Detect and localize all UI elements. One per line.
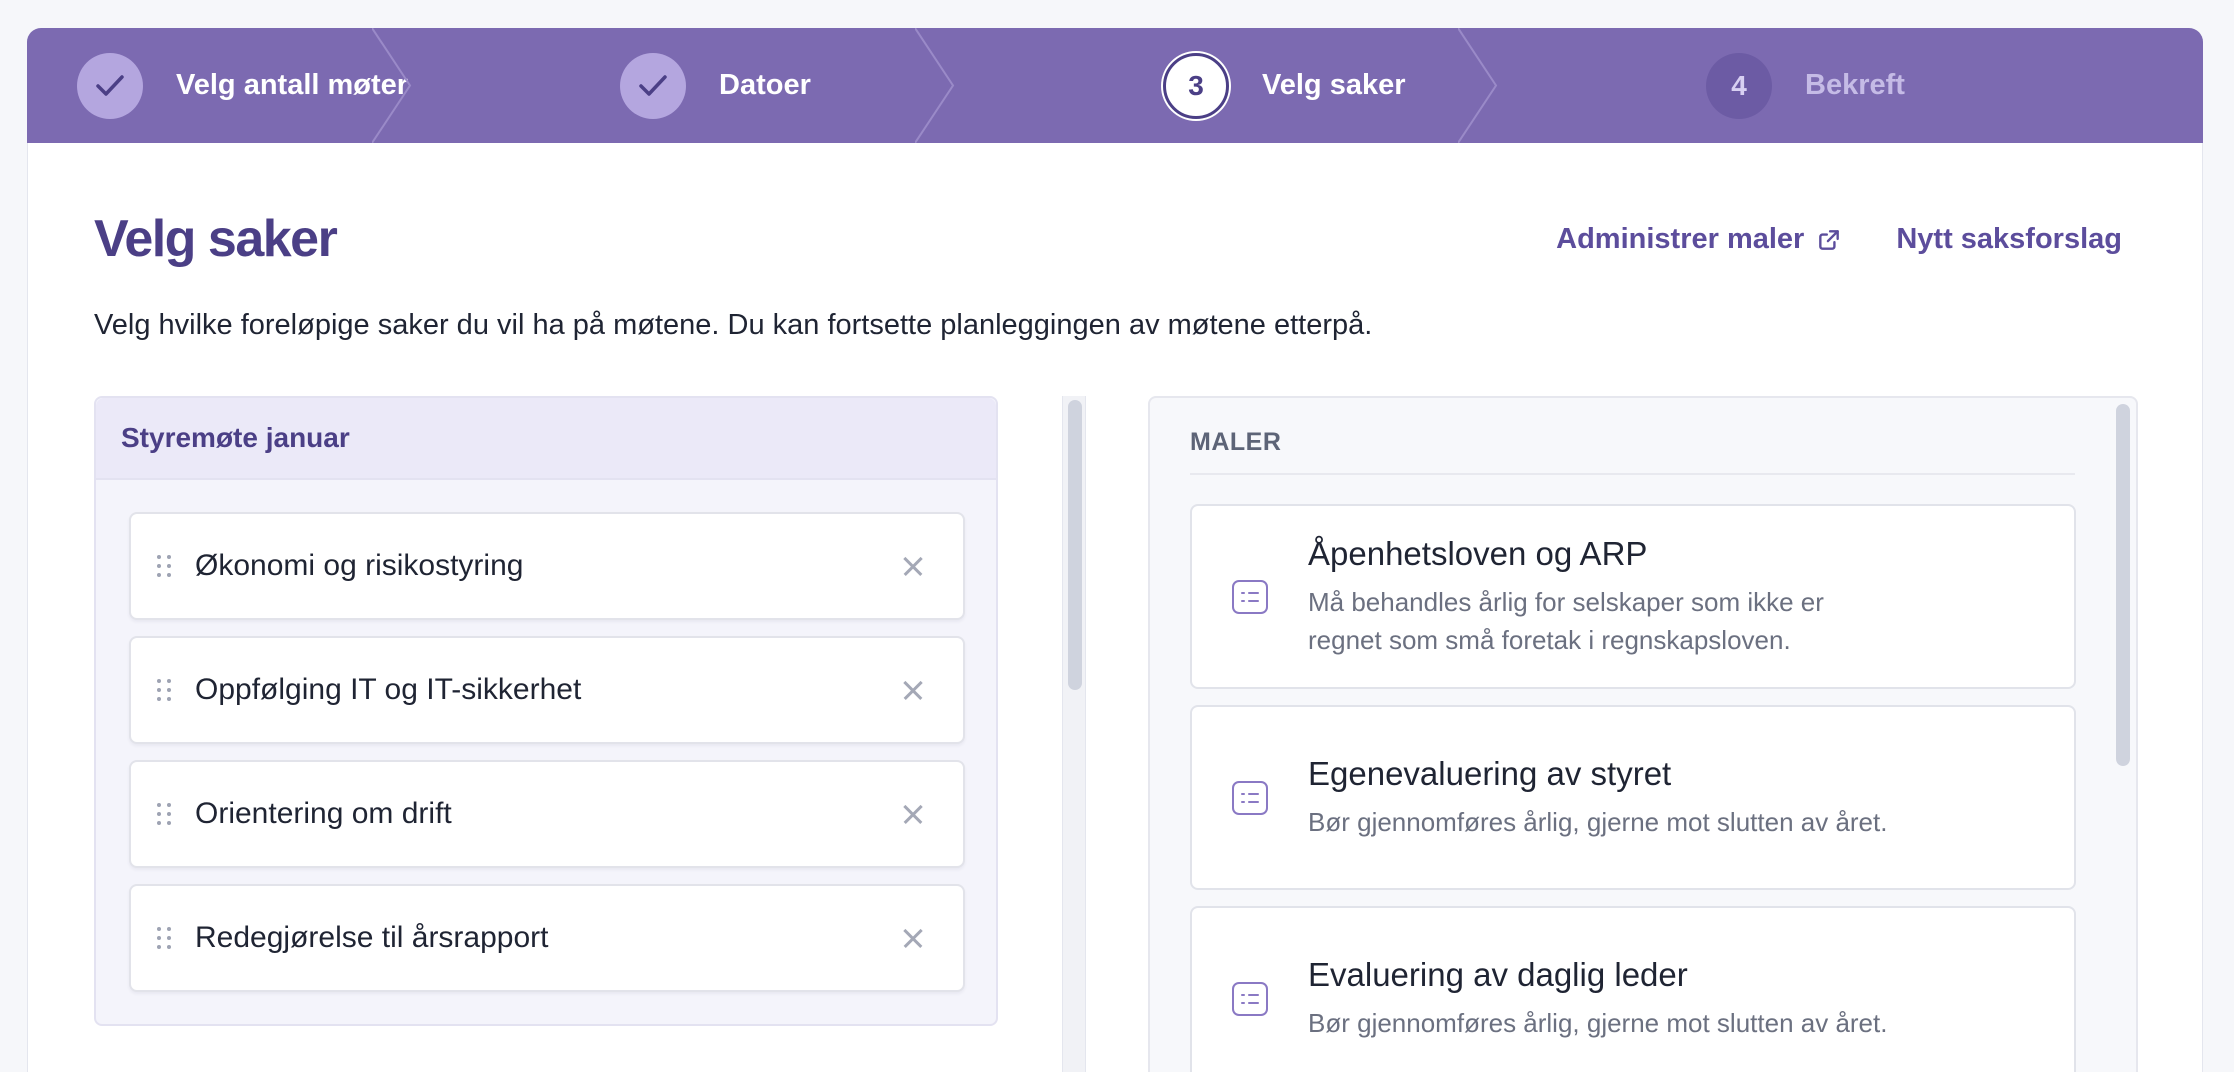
drag-handle-icon[interactable] [157, 803, 171, 825]
step-4-label: Bekreft [1805, 69, 1905, 101]
meetings-scrollbar-thumb[interactable] [1068, 400, 1082, 690]
step-2[interactable]: Datoer [620, 28, 811, 143]
step-2-label: Datoer [719, 69, 811, 101]
templates-heading: MALER [1190, 428, 2075, 475]
drag-handle-icon[interactable] [157, 555, 171, 577]
header-actions: Administrer maler Nytt saksforslag [1556, 223, 2122, 256]
step-4-number: 4 [1706, 52, 1772, 119]
remove-icon[interactable] [893, 546, 933, 586]
template-card[interactable]: Åpenhetsloven og ARP Må behandles årlig … [1190, 504, 2076, 689]
template-description: Bør gjennomføres årlig, gjerne mot slutt… [1308, 1007, 1888, 1038]
remove-icon[interactable] [893, 918, 933, 958]
step-3-number: 3 [1163, 52, 1229, 119]
agenda-item[interactable]: Redegjørelse til årsrapport [129, 884, 965, 992]
new-proposal-link[interactable]: Nytt saksforslag [1896, 223, 2122, 256]
step-1[interactable]: Velg antall møter [77, 28, 408, 143]
meeting-title: Styremøte januar [96, 398, 996, 480]
template-icon [1232, 981, 1268, 1016]
templates-scrollbar-thumb[interactable] [2116, 404, 2130, 766]
page-title: Velg saker [94, 210, 338, 268]
template-title: Åpenhetsloven og ARP [1308, 534, 1648, 572]
templates-panel: MALER Åpenhetsloven og ARP Må behandles … [1148, 396, 2138, 1072]
agenda-item[interactable]: Økonomi og risikostyring [129, 512, 965, 620]
step-4[interactable]: 4 Bekreft [1706, 28, 1905, 143]
template-title: Evaluering av daglig leder [1308, 955, 1688, 993]
template-description: Bør gjennomføres årlig, gjerne mot slutt… [1308, 806, 1888, 837]
step-separator-icon [1458, 28, 1498, 143]
template-title: Egenevaluering av styret [1308, 754, 1672, 792]
agenda-item-label: Redegjørelse til årsrapport [195, 921, 549, 954]
progress-stepper: Velg antall møter Datoer 3 Velg saker 4 … [27, 28, 2203, 143]
page-description: Velg hvilke foreløpige saker du vil ha p… [94, 309, 1373, 341]
agenda-item-label: Oppfølging IT og IT-sikkerhet [195, 673, 582, 706]
agenda-item-label: Orientering om drift [195, 797, 452, 830]
manage-templates-label: Administrer maler [1556, 223, 1805, 255]
step-1-checkmark-icon [77, 52, 143, 119]
remove-icon[interactable] [893, 794, 933, 834]
step-3[interactable]: 3 Velg saker [1163, 28, 1406, 143]
manage-templates-link[interactable]: Administrer maler [1556, 223, 1842, 256]
step-3-label: Velg saker [1262, 69, 1406, 101]
drag-handle-icon[interactable] [157, 927, 171, 949]
template-description: Må behandles årlig for selskaper som ikk… [1308, 586, 1824, 655]
remove-icon[interactable] [893, 670, 933, 710]
main-card: Velg saker Administrer maler Nytt saksfo… [27, 143, 2203, 1072]
step-2-checkmark-icon [620, 52, 686, 119]
template-icon [1232, 780, 1268, 815]
external-link-icon [1819, 229, 1840, 250]
template-card[interactable]: Evaluering av daglig leder Bør gjennomfø… [1190, 906, 2076, 1072]
template-card[interactable]: Egenevaluering av styret Bør gjennomføre… [1190, 705, 2076, 890]
agenda-item-label: Økonomi og risikostyring [195, 549, 524, 582]
meeting-panel: Styremøte januar Økonomi og risikostyrin… [94, 396, 998, 1026]
step-separator-icon [372, 28, 412, 143]
template-icon [1232, 579, 1268, 614]
drag-handle-icon[interactable] [157, 679, 171, 701]
meetings-scrollbar[interactable] [1062, 396, 1086, 1072]
agenda-item[interactable]: Orientering om drift [129, 760, 965, 868]
agenda-item[interactable]: Oppfølging IT og IT-sikkerhet [129, 636, 965, 744]
step-separator-icon [915, 28, 955, 143]
